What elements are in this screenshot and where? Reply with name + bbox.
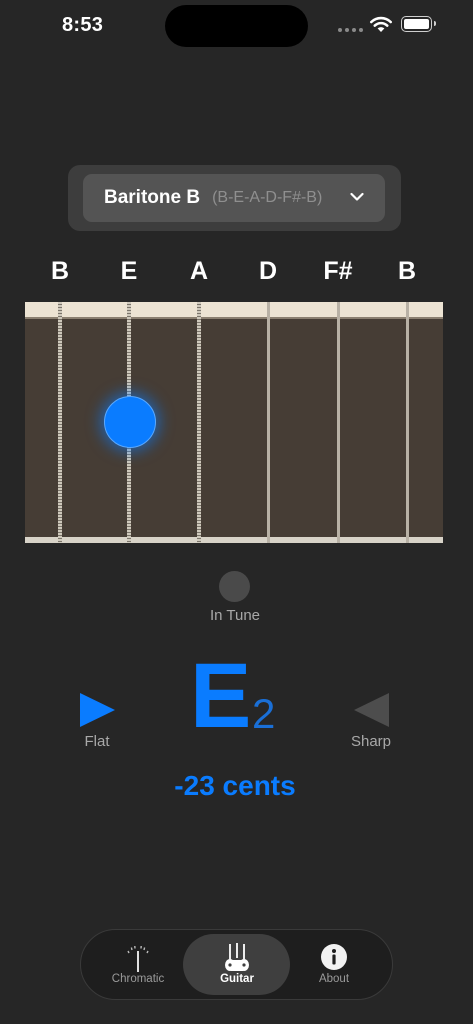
fretboard[interactable] xyxy=(25,302,443,543)
detected-note: E xyxy=(190,645,252,747)
sharp-arrow-icon xyxy=(354,693,389,727)
active-string-indicator xyxy=(104,396,156,448)
guitars-icon xyxy=(225,943,249,971)
tuning-fork-icon xyxy=(127,945,149,972)
string-label-3[interactable]: A xyxy=(179,257,219,286)
guitar-string-5[interactable] xyxy=(337,302,340,543)
status-time: 8:53 xyxy=(62,14,104,36)
tab-label-chromatic: Chromatic xyxy=(111,973,165,985)
tuning-name: Baritone B xyxy=(104,187,201,208)
flat-label: Flat xyxy=(84,733,110,750)
guitar-string-4[interactable] xyxy=(267,302,270,543)
detected-octave: 2 xyxy=(252,690,276,737)
tab-label-about: About xyxy=(318,973,350,985)
guitar-string-6[interactable] xyxy=(406,302,409,543)
tuning-dropdown[interactable]: Baritone B (B-E-A-D-F#-B) xyxy=(83,174,385,222)
wifi-icon xyxy=(370,16,392,32)
string-label-1[interactable]: B xyxy=(40,257,80,286)
in-tune-label: In Tune xyxy=(209,607,261,624)
string-label-6[interactable]: B xyxy=(387,257,427,286)
dynamic-island xyxy=(165,5,308,47)
fret-wire xyxy=(25,537,443,543)
string-label-4[interactable]: D xyxy=(248,257,288,286)
cents-readout: -23 cents xyxy=(174,770,296,801)
guitar-string-1[interactable] xyxy=(58,302,62,543)
chevron-down-icon xyxy=(350,192,364,201)
tuning-notes: (B-E-A-D-F#-B) xyxy=(212,189,323,206)
flat-arrow-icon xyxy=(80,693,115,727)
sharp-label: Sharp xyxy=(350,733,392,750)
nut-shadow xyxy=(25,317,443,319)
string-label-2[interactable]: E xyxy=(109,257,149,286)
battery-icon xyxy=(401,16,436,32)
guitar-string-3[interactable] xyxy=(197,302,201,543)
cellular-signal-icon xyxy=(338,28,363,32)
info-icon xyxy=(321,944,347,970)
tab-label-guitar: Guitar xyxy=(220,973,254,985)
guitar-nut xyxy=(25,302,443,317)
in-tune-indicator xyxy=(219,571,250,602)
string-label-5[interactable]: F# xyxy=(318,257,358,286)
